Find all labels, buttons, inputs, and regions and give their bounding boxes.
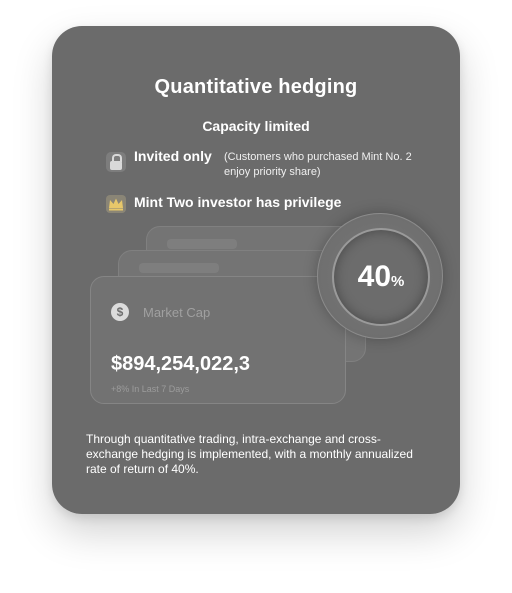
market-cap-value: $894,254,022,3 [111, 353, 251, 375]
return-dial: 40% [317, 213, 443, 339]
dollar-icon: $ [111, 303, 129, 321]
return-dial-unit: % [391, 273, 405, 290]
market-cap-card: $ Market Cap $894,254,022,3 +8% In Last … [90, 276, 346, 404]
card-description: Through quantitative trading, intra-exch… [86, 432, 413, 476]
return-dial-face: 40% [332, 228, 430, 326]
card-title: Quantitative hedging [154, 76, 358, 98]
crown-icon [106, 195, 126, 213]
invited-label: Invited only [134, 148, 212, 164]
market-cap-change: +8% In Last 7 Days [111, 384, 190, 394]
card-subtitle: Capacity limited [202, 118, 310, 134]
return-dial-value: 40% [334, 260, 428, 294]
privilege-label: Mint Two investor has privilege [134, 194, 342, 210]
invited-note: (Customers who purchased Mint No. 2 enjo… [224, 151, 412, 178]
return-dial-number: 40 [357, 260, 392, 293]
lock-icon [106, 152, 126, 172]
market-cap-label: Market Cap [143, 305, 211, 320]
